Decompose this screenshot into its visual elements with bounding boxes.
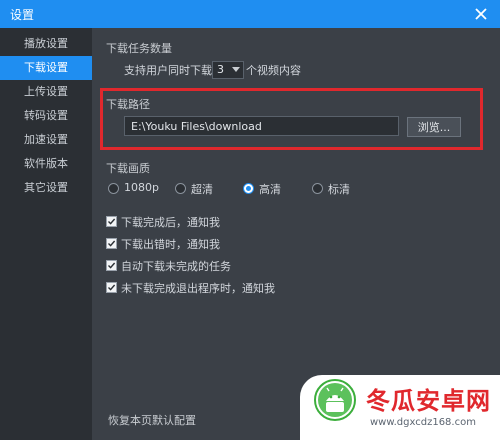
download-tasks-suffix: 个视频内容 xyxy=(246,64,301,77)
sidebar-item-version[interactable]: 软件版本 xyxy=(0,152,92,176)
title-bar: 设置 xyxy=(0,0,500,28)
quality-title: 下载画质 xyxy=(106,162,150,175)
checkbox-auto-resume-label: 自动下载未完成的任务 xyxy=(121,260,231,273)
radio-hd[interactable] xyxy=(243,183,254,194)
radio-hd-label: 高清 xyxy=(259,183,281,196)
settings-window: 设置 播放设置 下载设置 上传设置 转码设置 加速设置 软件版本 其它设置 下载… xyxy=(0,0,500,440)
android-logo-icon xyxy=(314,379,356,421)
concurrent-downloads-select[interactable]: 3 xyxy=(212,61,244,79)
checkbox-auto-resume[interactable] xyxy=(106,260,117,271)
checkbox-notify-complete-label: 下载完成后，通知我 xyxy=(121,216,220,229)
checkbox-notify-exit[interactable] xyxy=(106,282,117,293)
radio-super-hd-label: 超清 xyxy=(191,183,213,196)
radio-sd[interactable] xyxy=(312,183,323,194)
sidebar-item-download[interactable]: 下载设置 xyxy=(0,56,92,80)
checkbox-notify-error[interactable] xyxy=(106,238,117,249)
checkbox-notify-exit-label: 未下载完成退出程序时，通知我 xyxy=(121,282,275,295)
download-path-input[interactable] xyxy=(124,116,399,136)
radio-sd-label: 标清 xyxy=(328,183,350,196)
sidebar-item-transcode[interactable]: 转码设置 xyxy=(0,104,92,128)
watermark-name: 冬瓜安卓网 xyxy=(366,387,491,415)
sidebar-item-upload[interactable]: 上传设置 xyxy=(0,80,92,104)
checkbox-notify-complete[interactable] xyxy=(106,216,117,227)
download-tasks-title: 下载任务数量 xyxy=(106,42,172,55)
sidebar-item-acceleration[interactable]: 加速设置 xyxy=(0,128,92,152)
window-title: 设置 xyxy=(10,8,35,22)
browse-button[interactable]: 浏览... xyxy=(407,117,461,137)
download-path-title: 下载路径 xyxy=(106,98,150,111)
sidebar: 播放设置 下载设置 上传设置 转码设置 加速设置 软件版本 其它设置 xyxy=(0,28,92,440)
radio-1080p-label: 1080p xyxy=(124,181,159,194)
close-icon[interactable] xyxy=(470,3,492,25)
checkbox-notify-error-label: 下载出错时，通知我 xyxy=(121,238,220,251)
radio-1080p[interactable] xyxy=(108,183,119,194)
radio-super-hd[interactable] xyxy=(175,183,186,194)
concurrent-downloads-value: 3 xyxy=(217,63,224,76)
watermark-url: www.dgxcdz168.com xyxy=(370,417,476,428)
chevron-down-icon xyxy=(232,67,240,72)
download-tasks-prefix: 支持用户同时下载 xyxy=(124,64,212,77)
reset-defaults-link[interactable]: 恢复本页默认配置 xyxy=(108,412,196,428)
watermark: 冬瓜安卓网 www.dgxcdz168.com xyxy=(300,375,500,440)
sidebar-item-playback[interactable]: 播放设置 xyxy=(0,32,92,56)
sidebar-item-other[interactable]: 其它设置 xyxy=(0,176,92,200)
